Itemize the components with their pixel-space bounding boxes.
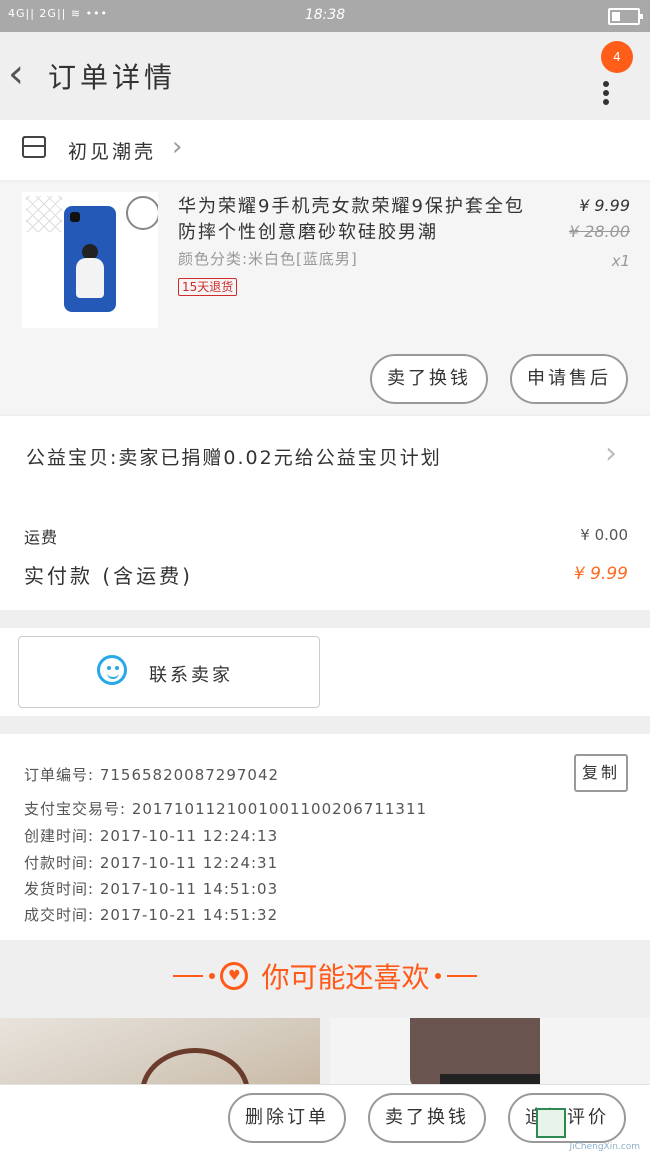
notification-badge[interactable]: 4: [601, 41, 633, 73]
navigation-bar: ‹ 订单详情: [0, 32, 650, 118]
fee-summary: 运费 ¥ 0.00 实付款 (含运费) ¥ 9.99: [0, 498, 650, 610]
watermark-logo: [536, 1108, 566, 1138]
contact-section: 联系卖家: [0, 628, 650, 716]
created-time: 创建时间: 2017-10-11 12:24:13: [24, 827, 279, 845]
shipping-label: 运费: [24, 528, 59, 547]
completed-time: 成交时间: 2017-10-21 14:51:32: [24, 906, 279, 924]
heart-icon: ♥: [220, 962, 249, 990]
watermark: JiChengXin.com: [569, 1142, 640, 1152]
recommend-header: ♥ 你可能还喜欢: [0, 942, 650, 1008]
paid-amount-value: ¥ 9.99: [573, 564, 628, 584]
divider-right: [446, 975, 477, 977]
sell-for-cash-button[interactable]: 卖了换钱: [370, 354, 488, 404]
shop-icon: [22, 136, 46, 158]
glasses-decoration: [126, 196, 158, 230]
pattern-decoration: [26, 196, 62, 232]
chat-smile-icon: [97, 655, 127, 685]
product-title: 华为荣耀9手机壳女款荣耀9保护套全包防摔个性创意磨砂软硅胶男潮: [178, 196, 525, 243]
contact-seller-label: 联系卖家: [149, 665, 233, 686]
product-original-price: ¥ 28.00: [568, 222, 630, 241]
more-menu-icon[interactable]: [594, 78, 618, 118]
dot-right: [434, 973, 441, 979]
dot-left: [209, 973, 216, 979]
return-policy-badge: 15天退货: [178, 278, 238, 296]
page-title: 订单详情: [48, 61, 177, 94]
recommended-product-image[interactable]: [0, 1018, 320, 1088]
charity-row[interactable]: 公益宝贝:卖家已捐赠0.02元给公益宝贝计划 ›: [0, 416, 650, 498]
status-bar: 4G|| 2G|| ≋ ••• 18:38: [0, 0, 650, 32]
shop-row[interactable]: 初见潮壳 ›: [0, 120, 650, 180]
phone-case-image: [64, 206, 116, 312]
battery-icon: [608, 8, 643, 25]
shipped-time: 发货时间: 2017-10-11 14:51:03: [24, 880, 279, 898]
product-price: ¥ 9.99: [579, 196, 630, 215]
order-info: 订单编号: 71565820087297042 复制 支付宝交易号: 20171…: [0, 734, 650, 940]
back-arrow-icon[interactable]: ‹: [8, 54, 48, 98]
order-number: 订单编号: 71565820087297042: [24, 766, 280, 784]
chevron-right-icon: ›: [172, 132, 183, 162]
product-sku: 颜色分类:米白色[蓝底男]: [178, 250, 358, 268]
shop-name: 初见潮壳: [68, 141, 157, 163]
product-image[interactable]: [22, 192, 158, 328]
recommended-product-image[interactable]: [330, 1018, 650, 1088]
after-sales-button[interactable]: 申请售后: [510, 354, 628, 404]
chevron-right-icon: ›: [605, 436, 617, 471]
additional-review-button[interactable]: 追加评价: [508, 1093, 626, 1143]
copy-button[interactable]: 复制: [574, 754, 628, 792]
paid-time: 付款时间: 2017-10-11 12:24:31: [24, 854, 279, 872]
shipping-value: ¥ 0.00: [580, 526, 628, 544]
alipay-trade-number: 支付宝交易号: 2017101121001001100206711311: [24, 800, 428, 818]
product-quantity: x1: [611, 252, 630, 270]
product-item[interactable]: 华为荣耀9手机壳女款荣耀9保护套全包防摔个性创意磨砂软硅胶男潮 颜色分类:米白色…: [0, 182, 650, 414]
charity-text: 公益宝贝:卖家已捐赠0.02元给公益宝贝计划: [26, 447, 442, 469]
status-time: 18:38: [304, 7, 346, 23]
delete-order-button[interactable]: 删除订单: [228, 1093, 346, 1143]
divider-left: [173, 975, 204, 977]
recommend-title: 你可能还喜欢: [261, 961, 430, 994]
paid-amount-label: 实付款 (含运费): [24, 564, 193, 588]
sell-for-cash-button[interactable]: 卖了换钱: [368, 1093, 486, 1143]
contact-seller-button[interactable]: 联系卖家: [18, 636, 320, 708]
